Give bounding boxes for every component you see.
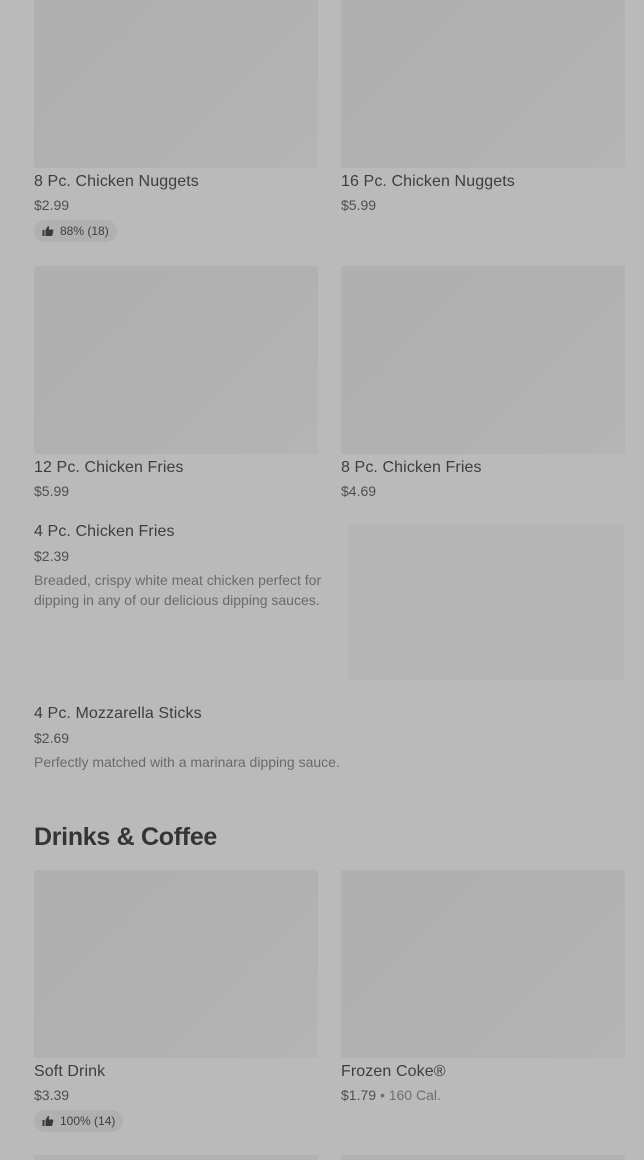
rating-badge: 100% (14) xyxy=(34,1110,124,1132)
rating-text: 88% (18) xyxy=(60,224,109,238)
menu-page: 8 Pc. Chicken Nuggets $2.99 88% (18) 16 … xyxy=(0,0,644,1160)
menu-item-card[interactable]: 12 Pc. Chicken Fries $5.99 xyxy=(34,266,318,500)
item-description: Perfectly matched with a marinara dippin… xyxy=(34,754,340,770)
item-image[interactable] xyxy=(348,524,624,680)
thumbs-up-icon xyxy=(42,226,54,236)
item-price: $2.99 xyxy=(34,197,70,213)
item-price: $3.39 xyxy=(34,1087,70,1103)
menu-item-card[interactable]: 8 Pc. Chicken Nuggets $2.99 88% (18) xyxy=(34,0,318,242)
rating-badge: 88% (18) xyxy=(34,220,117,242)
item-price: $5.99 xyxy=(34,483,70,499)
item-name: 8 Pc. Chicken Fries xyxy=(341,459,482,476)
item-price: $4.69 xyxy=(341,483,377,499)
item-meta: $1.79 • 160 Cal. xyxy=(341,1086,625,1104)
item-price: $1.79 xyxy=(341,1087,377,1103)
item-image[interactable] xyxy=(341,1155,625,1160)
item-price: $2.39 xyxy=(34,548,70,564)
item-calories: 160 Cal. xyxy=(388,1087,441,1103)
separator-dot: • xyxy=(379,1087,385,1103)
item-image[interactable] xyxy=(341,266,625,454)
item-name: Soft Drink xyxy=(34,1063,106,1080)
item-image[interactable] xyxy=(34,266,318,454)
item-name: 12 Pc. Chicken Fries xyxy=(34,459,184,476)
section-title: Drinks & Coffee xyxy=(34,823,218,851)
item-price: $2.69 xyxy=(34,730,70,746)
item-description: Breaded, crispy white meat chicken perfe… xyxy=(34,572,322,608)
item-name: 8 Pc. Chicken Nuggets xyxy=(34,173,199,190)
item-name: Frozen Coke® xyxy=(341,1063,446,1080)
item-price: $5.99 xyxy=(341,197,377,213)
menu-item-card[interactable]: Frozen Coke® $1.79 • 160 Cal. xyxy=(341,870,625,1104)
menu-list-item[interactable]: 4 Pc. Mozzarella Sticks $2.69 Perfectly … xyxy=(34,704,624,772)
item-name: 16 Pc. Chicken Nuggets xyxy=(341,173,515,190)
rating-text: 100% (14) xyxy=(60,1114,116,1128)
item-name: 4 Pc. Mozzarella Sticks xyxy=(34,705,202,722)
item-image[interactable] xyxy=(341,0,625,168)
menu-list-item[interactable]: 4 Pc. Chicken Fries $2.39 Breaded, crisp… xyxy=(34,522,339,610)
item-name: 4 Pc. Chicken Fries xyxy=(34,523,175,540)
menu-item-card[interactable]: 16 Pc. Chicken Nuggets $5.99 xyxy=(341,0,625,214)
thumbs-up-icon xyxy=(42,1116,54,1126)
menu-item-card[interactable]: 8 Pc. Chicken Fries $4.69 xyxy=(341,266,625,500)
item-image[interactable] xyxy=(34,870,318,1058)
item-image[interactable] xyxy=(341,870,625,1058)
item-image[interactable] xyxy=(34,1155,318,1160)
item-image[interactable] xyxy=(34,0,318,168)
menu-item-card[interactable]: Soft Drink $3.39 100% (14) xyxy=(34,870,318,1132)
